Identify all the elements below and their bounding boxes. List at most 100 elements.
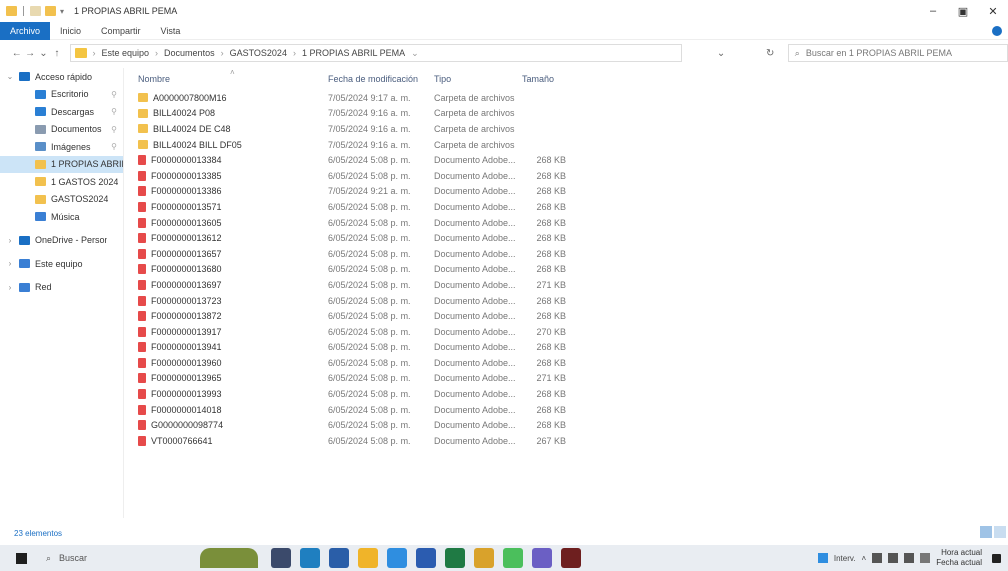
file-name: BILL40024 BILL DF05 — [153, 139, 242, 150]
large-icons-view-icon[interactable] — [994, 526, 1006, 538]
teams-icon[interactable] — [532, 548, 552, 568]
new-folder-icon[interactable] — [45, 6, 56, 16]
task-view-icon[interactable] — [271, 548, 291, 568]
wifi-icon[interactable] — [872, 553, 883, 563]
word-icon[interactable] — [416, 548, 436, 568]
file-row[interactable]: BILL40024 BILL DF05 7/05/2024 9:16 a. m. C… — [134, 137, 1004, 153]
column-date-modified[interactable]: Fecha de modificación — [328, 74, 434, 84]
tab-home[interactable]: Inicio — [50, 22, 91, 40]
sidebar-item[interactable]: › OneDrive - Personal — [0, 232, 123, 250]
weather-icon[interactable] — [817, 553, 828, 563]
file-row[interactable]: F0000000013385 6/05/2024 5:08 p. m. Docume… — [134, 168, 1004, 184]
file-row[interactable]: F0000000013384 6/05/2024 5:08 p. m. Docume… — [134, 152, 1004, 168]
forward-icon[interactable]: → — [23, 48, 36, 59]
chevron-right-icon[interactable]: › — [6, 259, 14, 268]
language-icon[interactable] — [920, 553, 931, 563]
breadcrumb-item[interactable]: Este equipo — [102, 48, 150, 58]
file-row[interactable]: F0000000013612 6/05/2024 5:08 p. m. Docume… — [134, 230, 1004, 246]
sidebar-item[interactable]: › Red — [0, 279, 123, 297]
clock-time: Hora actual — [941, 548, 982, 557]
file-explorer-icon[interactable] — [358, 548, 378, 568]
back-icon[interactable]: ← — [10, 48, 23, 59]
tab-share[interactable]: Compartir — [91, 22, 151, 40]
sidebar-item[interactable]: Imágenes ⚲ — [0, 138, 123, 156]
chevron-down-icon[interactable]: ⌄ — [6, 72, 14, 81]
breadcrumb-item[interactable]: 1 PROPIAS ABRIL PEMA — [302, 48, 405, 58]
tab-view[interactable]: Vista — [151, 22, 191, 40]
excel-icon[interactable] — [445, 548, 465, 568]
properties-icon[interactable] — [30, 6, 41, 16]
edge-icon[interactable] — [300, 548, 320, 568]
landscape-widget-icon[interactable] — [200, 548, 258, 568]
address-bar[interactable]: › Este equipo › Documentos › GASTOS2024 … — [69, 44, 682, 62]
chevron-down-icon[interactable]: ⌄ — [411, 48, 419, 59]
file-row[interactable]: F0000000013657 6/05/2024 5:08 p. m. Docume… — [134, 246, 1004, 262]
sidebar-item[interactable]: Música — [0, 208, 123, 226]
help-icon[interactable] — [992, 26, 1002, 36]
file-name: F0000000013386 — [151, 186, 222, 197]
sidebar-item[interactable]: GASTOS2024 — [0, 191, 123, 209]
details-view-icon[interactable] — [980, 526, 992, 538]
file-row[interactable]: G0000000098774 6/05/2024 5:08 p. m. Docume… — [134, 417, 1004, 433]
file-name-cell: BILL40024 P08 — [134, 108, 328, 118]
file-row[interactable]: F0000000013386 7/05/2024 9:21 a. m. Docume… — [134, 184, 1004, 200]
chevron-right-icon[interactable]: › — [6, 283, 14, 292]
sidebar-item[interactable]: 1 PROPIAS ABRIL PEMA — [0, 155, 123, 173]
clock-date: Fecha actual — [936, 558, 982, 567]
breadcrumb-item[interactable]: GASTOS2024 — [230, 48, 287, 58]
file-date: 6/05/2024 5:08 p. m. — [328, 217, 411, 228]
file-row[interactable]: F0000000013917 6/05/2024 5:08 p. m. Docume… — [134, 324, 1004, 340]
column-size[interactable]: Tamaño — [522, 74, 582, 84]
file-row[interactable]: F0000000013697 6/05/2024 5:08 p. m. Docume… — [134, 277, 1004, 293]
file-size: 268 KB — [536, 311, 566, 322]
customize-toolbar-icon[interactable]: ▾ — [60, 7, 64, 16]
sidebar-item[interactable]: Escritorio ⚲ — [0, 86, 123, 104]
sidebar-item[interactable]: › Este equipo — [0, 255, 123, 273]
maximize-button[interactable]: ▣ — [948, 0, 978, 22]
recent-locations-icon[interactable]: ⌄ — [37, 48, 50, 59]
file-row[interactable]: BILL40024 DE C48 7/05/2024 9:16 a. m. Carp… — [134, 121, 1004, 137]
store-icon[interactable] — [329, 548, 349, 568]
sidebar-item[interactable]: Documentos ⚲ — [0, 121, 123, 139]
start-button[interactable] — [10, 547, 32, 569]
minimize-button[interactable]: – — [918, 0, 948, 22]
breadcrumb-item[interactable]: Documentos — [164, 48, 215, 58]
file-row[interactable]: F0000000014018 6/05/2024 5:08 p. m. Docume… — [134, 402, 1004, 418]
file-row[interactable]: F0000000013680 6/05/2024 5:08 p. m. Docume… — [134, 262, 1004, 278]
file-row[interactable]: VT0000766641 6/05/2024 5:08 p. m. Document… — [134, 433, 1004, 449]
file-row[interactable]: F0000000013872 6/05/2024 5:08 p. m. Docume… — [134, 308, 1004, 324]
sidebar-item[interactable]: 1 GASTOS 2024 — [0, 173, 123, 191]
file-row[interactable]: BILL40024 P08 7/05/2024 9:16 a. m. Carpeta… — [134, 106, 1004, 122]
file-date: 6/05/2024 5:08 p. m. — [328, 170, 411, 181]
file-row[interactable]: F0000000013993 6/05/2024 5:08 p. m. Docume… — [134, 386, 1004, 402]
refresh-icon[interactable]: ↻ — [761, 48, 780, 59]
file-row[interactable]: F0000000013941 6/05/2024 5:08 p. m. Docume… — [134, 340, 1004, 356]
file-row[interactable]: F0000000013723 6/05/2024 5:08 p. m. Docume… — [134, 293, 1004, 309]
taskbar-search[interactable]: ⌕ Buscar — [46, 549, 196, 567]
breadcrumb-separator: › — [292, 48, 296, 58]
whatsapp-icon[interactable] — [503, 548, 523, 568]
chevron-up-icon[interactable]: ˄ — [862, 554, 867, 563]
sidebar-item[interactable]: ⌄ Acceso rápido — [0, 68, 123, 86]
up-icon[interactable]: ↑ — [50, 48, 63, 59]
outlook-icon[interactable] — [387, 548, 407, 568]
address-dropdown-icon[interactable]: ⌄ — [712, 48, 731, 59]
file-row[interactable]: F0000000013605 6/05/2024 5:08 p. m. Docume… — [134, 215, 1004, 231]
file-row[interactable]: F0000000013571 6/05/2024 5:08 p. m. Docume… — [134, 199, 1004, 215]
tab-file[interactable]: Archivo — [0, 21, 51, 40]
file-row[interactable]: A0000007800M16 7/05/2024 9:17 a. m. Carpet… — [134, 90, 1004, 106]
sidebar-item[interactable]: Descargas ⚲ — [0, 103, 123, 121]
search-icon: ⌕ — [46, 552, 52, 563]
clock[interactable]: Hora actual Fecha actual — [936, 548, 982, 568]
chevron-right-icon[interactable]: › — [6, 236, 14, 245]
file-row[interactable]: F0000000013965 6/05/2024 5:08 p. m. Docume… — [134, 371, 1004, 387]
search-input[interactable]: ⌕ Buscar en 1 PROPIAS ABRIL PEMA — [787, 44, 1008, 62]
close-button[interactable]: ✕ — [978, 0, 1008, 22]
chrome-icon[interactable] — [474, 548, 494, 568]
volume-icon[interactable] — [904, 553, 915, 563]
file-row[interactable]: F0000000013960 6/05/2024 5:08 p. m. Docume… — [134, 355, 1004, 371]
notification-icon[interactable] — [988, 550, 1004, 566]
battery-icon[interactable] — [888, 553, 899, 563]
acrobat-icon[interactable] — [561, 548, 581, 568]
column-type[interactable]: Tipo — [434, 74, 522, 84]
